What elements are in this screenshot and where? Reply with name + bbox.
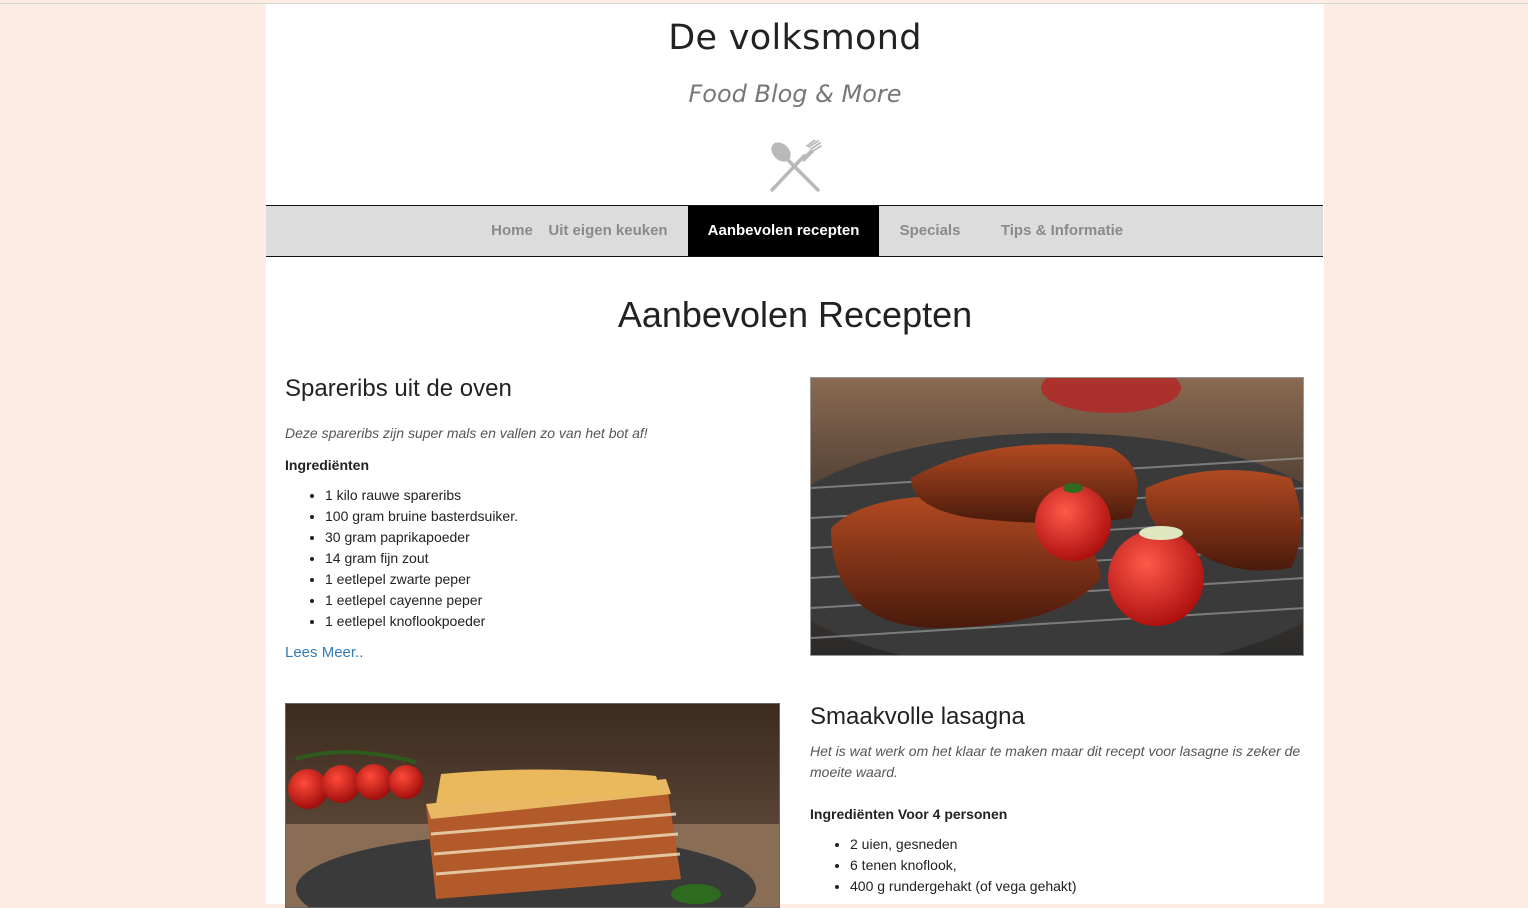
lasagna-photo [285,703,780,908]
nav-item-tips-informatie[interactable]: Tips & Informatie [990,206,1134,256]
list-item: 2 uien, gesneden [850,834,1290,855]
nav-item-specials[interactable]: Specials [886,206,974,256]
list-item: 6 tenen knoflook, [850,855,1290,876]
list-item: 1 kilo rauwe spareribs [325,485,765,506]
page-container: De volksmond Food Blog & More Home Uit e… [266,4,1324,908]
site-tagline: Food Blog & More [688,80,902,108]
list-item: 30 gram paprikapoeder [325,527,765,548]
spoon-fork-crossed-icon [770,140,822,192]
recipe-description-lasagna: Het is wat werk om het klaar te maken ma… [810,743,1301,780]
recipe-title-spareribs: Spareribs uit de oven [285,375,512,402]
list-item: 1 eetlepel cayenne peper [325,590,765,611]
list-item: 400 g rundergehakt (of vega gehakt) [850,876,1290,897]
page-title: Aanbevolen Recepten [617,294,973,335]
recipe-description-spareribs: Deze spareribs zijn super mals en vallen… [285,425,648,441]
read-more-link[interactable]: Lees Meer.. [285,644,363,661]
recipe-title-lasagna: Smaakvolle lasagna [810,703,1025,730]
list-item: 1 eetlepel zwarte peper [325,569,765,590]
list-item: 100 gram bruine basterdsuiker. [325,506,765,527]
ingredients-heading-lasagna: Ingrediënten Voor 4 personen [810,806,1008,822]
ingredients-heading-spareribs: Ingrediënten [285,457,370,473]
nav-item-aanbevolen-recepten[interactable]: Aanbevolen recepten [688,206,879,256]
ingredients-list-spareribs: 1 kilo rauwe spareribs 100 gram bruine b… [285,485,765,632]
main-navigation: Home Uit eigen keuken Aanbevolen recepte… [266,205,1323,257]
nav-item-uit-eigen-keuken[interactable]: Uit eigen keuken [538,206,678,256]
ingredients-list-lasagna: 2 uien, gesneden 6 tenen knoflook, 400 g… [810,834,1290,897]
site-title[interactable]: De volksmond [266,18,1324,58]
list-item: 14 gram fijn zout [325,548,765,569]
spareribs-photo [810,377,1304,656]
list-item: 1 eetlepel knoflookpoeder [325,611,765,632]
